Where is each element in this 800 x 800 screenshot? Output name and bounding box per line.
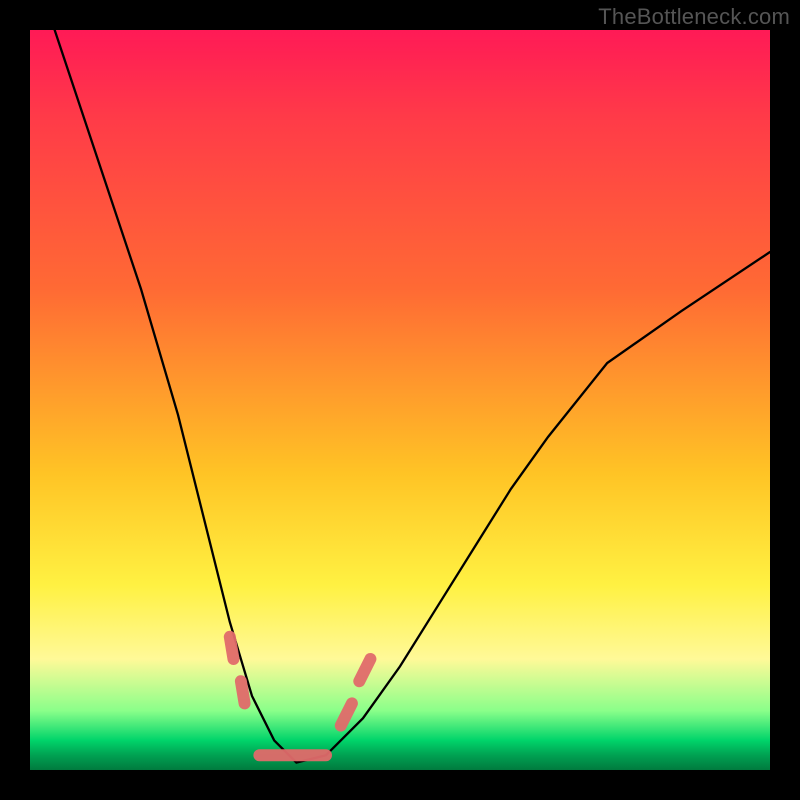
- watermark-text: TheBottleneck.com: [598, 4, 790, 30]
- bottleneck-curve: [30, 0, 770, 763]
- valley-marker-segment: [359, 659, 370, 681]
- plot-area: [30, 30, 770, 770]
- chart-frame: TheBottleneck.com: [0, 0, 800, 800]
- chart-svg: [30, 30, 770, 770]
- valley-marker-segment: [341, 703, 352, 725]
- valley-marker-segment: [241, 681, 245, 703]
- valley-marker-segment: [230, 637, 234, 659]
